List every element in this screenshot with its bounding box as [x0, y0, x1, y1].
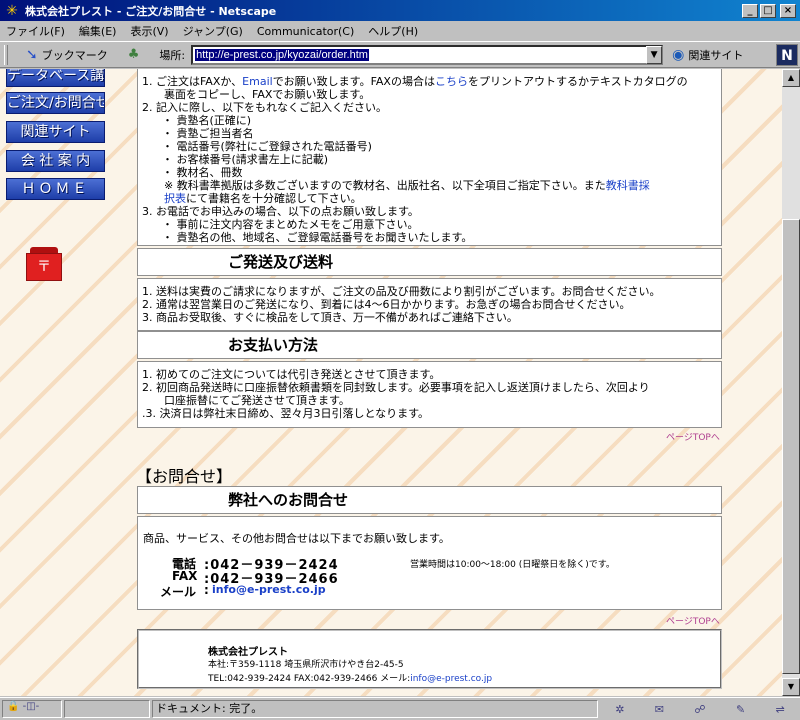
- footer-company: 株式会社プレスト: [208, 647, 288, 658]
- page-viewport: データベース講習 ご注文/お問合せ 関連サイト 会 社 案 内 ＨＯＭＥ 〒 1…: [0, 69, 782, 696]
- page-top-link[interactable]: ページTOPへ: [666, 614, 720, 627]
- menu-edit[interactable]: 編集(E): [79, 23, 117, 39]
- bookmark-button[interactable]: ブックマーク: [42, 47, 108, 63]
- page-proxy-icon[interactable]: ♣: [128, 47, 140, 62]
- url-text: http://e-prest.co.jp/kyozai/order.htm: [195, 48, 369, 61]
- related-sites-button[interactable]: 関連サイト: [688, 47, 743, 63]
- nav-order-inquiry[interactable]: ご注文/お問合せ: [6, 92, 105, 114]
- menu-bar: ファイル(F) 編集(E) 表示(V) ジャンプ(G) Communicator…: [0, 21, 800, 41]
- inquiry-intro: 商品、サービス、その他お問合せは以下までお願い致します。: [143, 532, 450, 545]
- fax-label: FAX: [172, 569, 198, 583]
- inquiry-heading: 弊社へのお問合せ: [137, 486, 722, 514]
- payment-item-3: .3. 決済日は弊社末日締め、翌々月3日引落しとなります。: [142, 407, 430, 420]
- mail-icon[interactable]: ✉: [655, 703, 664, 716]
- menu-go[interactable]: ジャンプ(G): [183, 23, 243, 39]
- scroll-down-button[interactable]: ▼: [782, 678, 800, 696]
- vertical-scrollbar[interactable]: ▲ ▼: [782, 69, 800, 696]
- nav-related-sites[interactable]: 関連サイト: [6, 121, 105, 143]
- mail-link[interactable]: info@e-prest.co.jp: [212, 583, 326, 596]
- footer-contact: TEL:042-939-2424 FAX:042-939-2466 メール:in…: [208, 674, 493, 684]
- menu-communicator[interactable]: Communicator(C): [257, 25, 354, 38]
- mail-colon: :: [204, 583, 209, 597]
- menu-view[interactable]: 表示(V): [130, 23, 168, 39]
- title-bar: ✳ 株式会社プレスト - ご注文/お問合せ - Netscape _ □ ×: [0, 0, 800, 21]
- maximize-button[interactable]: □: [760, 3, 776, 18]
- url-field[interactable]: http://e-prest.co.jp/kyozai/order.htm: [191, 44, 664, 65]
- shipping-heading: ご発送及び送料: [137, 248, 722, 276]
- offline-icon[interactable]: ⇌: [776, 703, 785, 716]
- menu-help[interactable]: ヘルプ(H): [368, 23, 418, 39]
- minimize-button[interactable]: _: [742, 3, 758, 18]
- nav-company-info[interactable]: 会 社 案 内: [6, 150, 105, 172]
- status-bar: 🔒 -◫- ドキュメント: 完了。 ✲ ✉ ☍ ✎ ⇌: [0, 697, 800, 720]
- groups-icon[interactable]: ☍: [694, 703, 705, 716]
- scroll-up-button[interactable]: ▲: [782, 69, 800, 87]
- toolbar-grip[interactable]: [4, 44, 8, 65]
- order-phone-bullet-2: ・ 貴塾名の他、地域名、ご登録電話番号をお聞きいたします。: [162, 231, 473, 244]
- payment-heading: お支払い方法: [137, 331, 722, 359]
- mailbox-icon: 〒: [26, 247, 62, 281]
- status-text: ドキュメント: 完了。: [152, 700, 598, 718]
- here-link[interactable]: こちら: [435, 75, 468, 88]
- netscape-logo[interactable]: N: [776, 44, 798, 66]
- close-button[interactable]: ×: [780, 3, 796, 18]
- location-label: 場所:: [159, 48, 186, 62]
- footer-address: 本社:〒359-1118 埼玉県所沢市けやき台2-45-5: [208, 660, 404, 670]
- inquiry-section-title: 【お問合せ】: [136, 467, 233, 486]
- textbook-table-link[interactable]: 教科書採: [606, 179, 650, 192]
- window-title: 株式会社プレスト - ご注文/お問合せ - Netscape: [25, 4, 277, 18]
- navigator-icon[interactable]: ✲: [615, 703, 624, 716]
- progress-bar: [64, 700, 150, 718]
- netscape-app-icon[interactable]: ✳: [4, 3, 20, 19]
- shipping-item: 3. 商品お受取後、すぐに検品をして頂き、万一不備があればご連絡下さい。: [142, 311, 518, 324]
- scroll-thumb[interactable]: [782, 219, 800, 674]
- mail-label: メール: [160, 585, 197, 599]
- related-sites-icon[interactable]: ◉: [672, 47, 684, 63]
- composer-icon[interactable]: ✎: [736, 703, 745, 716]
- security-icon[interactable]: 🔒 -◫-: [2, 700, 62, 718]
- nav-database-course[interactable]: データベース講習: [6, 69, 105, 87]
- bookmark-icon[interactable]: ➘: [26, 47, 38, 63]
- menu-file[interactable]: ファイル(F): [6, 23, 65, 39]
- nav-home[interactable]: ＨＯＭＥ: [6, 178, 105, 200]
- footer-mail-link[interactable]: info@e-prest.co.jp: [410, 674, 492, 684]
- component-bar: ✲ ✉ ☍ ✎ ⇌: [600, 700, 800, 718]
- url-dropdown-button[interactable]: ▼: [646, 45, 663, 64]
- page-top-link[interactable]: ページTOPへ: [666, 430, 720, 443]
- location-toolbar: ➘ ブックマーク ♣ 場所: http://e-prest.co.jp/kyoz…: [0, 41, 800, 68]
- business-hours: 営業時間は10:00～18:00 (日曜祭日を除く)です。: [410, 560, 615, 570]
